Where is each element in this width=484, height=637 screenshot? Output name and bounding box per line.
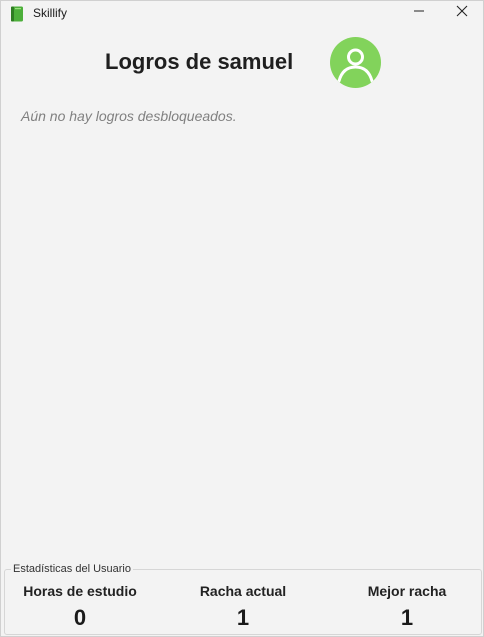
green-book-icon xyxy=(10,6,24,22)
stat-value: 1 xyxy=(400,605,414,630)
stat-value: 1 xyxy=(236,605,250,630)
stat-label: Mejor racha xyxy=(367,583,447,599)
stats-legend: Estadísticas del Usuario xyxy=(11,562,133,576)
user-stats-panel: Estadísticas del Usuario Horas de estudi… xyxy=(4,562,483,635)
page-title: Logros de samuel xyxy=(105,49,294,74)
stat-study-hours: Horas de estudio 0 xyxy=(1,582,160,630)
stat-best-streak: Mejor racha 1 xyxy=(327,582,483,630)
avatar xyxy=(330,37,381,88)
stat-value: 0 xyxy=(73,605,87,630)
profile-header: Logros de samuel xyxy=(1,37,483,89)
stat-label: Racha actual xyxy=(199,583,287,599)
minimize-button[interactable] xyxy=(396,1,442,25)
close-button[interactable] xyxy=(439,1,483,25)
title-bar[interactable]: Skillify xyxy=(1,1,483,25)
stat-label: Horas de estudio xyxy=(23,583,137,599)
minimize-icon xyxy=(413,4,425,22)
close-icon xyxy=(456,4,468,22)
app-window: Skillify Logros de samuel Aún no hay log… xyxy=(0,0,484,637)
window-title: Skillify xyxy=(33,6,68,20)
achievements-empty-message: Aún no hay logros desbloqueados. xyxy=(21,108,237,124)
stat-current-streak: Racha actual 1 xyxy=(163,582,323,630)
user-avatar-icon xyxy=(330,48,381,88)
